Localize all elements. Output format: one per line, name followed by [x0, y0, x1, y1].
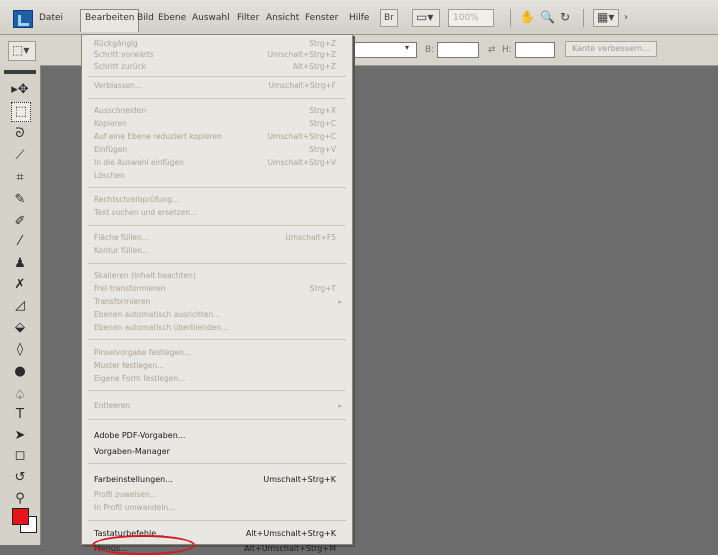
menu-view[interactable]: Ansicht — [266, 13, 299, 23]
panel-grip[interactable] — [4, 70, 36, 74]
menu-separator — [88, 76, 346, 77]
submenu-arrow-icon: ▸ — [338, 402, 342, 410]
menu-item-cut: Ausschneiden Strg+X — [94, 106, 336, 115]
bridge-icon: Br — [384, 13, 394, 23]
history-brush-tool-icon[interactable]: ✗ — [11, 276, 29, 294]
edit-menu-dropdown: Rückgängig Strg+Z Schritt vorwärts Umschal… — [81, 34, 353, 555]
rectangular-marquee-tool-icon[interactable]: ⬚ — [11, 102, 31, 122]
menu-item-assign-profile: Profil zuweisen... — [94, 490, 158, 499]
menu-item-define-brush: Pinselvorgabe festlegen... — [94, 348, 191, 357]
menu-item-define-pattern: Muster festlegen... — [94, 361, 165, 370]
menu-item-paste: Einfügen Strg+V — [94, 145, 336, 154]
clone-stamp-tool-icon[interactable]: ♟ — [11, 255, 29, 273]
menu-separator — [88, 419, 346, 420]
zoom-level-value: 100% — [453, 13, 479, 23]
menu-window[interactable]: Fenster — [305, 13, 338, 23]
menu-item-color-settings[interactable]: Farbeinstellungen... Umschalt+Strg+K — [94, 475, 344, 485]
photoshop-logo-icon[interactable] — [13, 10, 33, 28]
menu-separator — [88, 187, 346, 188]
menu-file[interactable]: Datei — [39, 13, 63, 23]
eyedropper-tool-icon[interactable]: ✎ — [11, 191, 29, 209]
zoom-tool-icon[interactable]: 🔍 — [540, 10, 555, 24]
3d-rotate-tool-icon[interactable]: ↺ — [11, 469, 29, 487]
lasso-tool-icon[interactable]: ᘐ — [11, 125, 29, 143]
menu-item-find-replace: Text suchen und ersetzen... — [94, 208, 198, 217]
dodge-tool-icon[interactable]: ● — [11, 363, 29, 381]
menu-filter[interactable]: Filter — [237, 13, 259, 23]
hand-tool-icon[interactable]: ✋ — [520, 10, 535, 24]
menu-item-paste-into: In die Auswahl einfügen Umschalt+Strg+V — [94, 158, 336, 167]
more-options-icon[interactable]: › — [624, 12, 628, 23]
quick-selection-tool-icon[interactable]: ⟋ — [11, 147, 29, 165]
menu-item-auto-blend-layers: Ebenen automatisch überblenden... — [94, 323, 229, 332]
menu-separator — [88, 339, 346, 340]
menu-item-copy: Kopieren Strg+C — [94, 119, 336, 128]
menu-item-fade: Verblassen... Umschalt+Strg+F — [94, 81, 336, 90]
highlight-ellipse — [92, 535, 195, 555]
menu-item-content-aware-scale: Skalieren (Inhalt beachten) — [94, 271, 196, 280]
marquee-preset-icon: ⬚▾ — [12, 43, 30, 57]
healing-brush-tool-icon[interactable]: ✐ — [11, 213, 29, 231]
menu-image[interactable]: Bild — [137, 13, 154, 23]
eraser-tool-icon[interactable]: ◿ — [11, 297, 29, 315]
menu-item-purge: Entleeren ▸ — [94, 401, 342, 410]
menu-select[interactable]: Auswahl — [192, 13, 230, 23]
type-tool-icon[interactable]: T — [11, 406, 29, 424]
menu-item-define-shape: Eigene Form festlegen... — [94, 374, 186, 383]
swap-icon[interactable]: ⇄ — [488, 45, 496, 55]
menu-item-preset-manager[interactable]: Vorgaben-Manager — [94, 447, 344, 457]
menu-bar: Datei Bearbeiten Bild Ebene Auswahl Filt… — [0, 0, 718, 35]
menu-item-spell-check: Rechtschreibprüfung... — [94, 195, 180, 204]
menu-item-pdf-presets[interactable]: Adobe PDF-Vorgaben... — [94, 431, 344, 441]
pen-tool-icon[interactable]: ♤ — [11, 387, 29, 405]
menu-item-convert-profile: In Profil umwandeln... — [94, 503, 176, 512]
refine-edge-button[interactable]: Kante verbessern... — [565, 41, 657, 57]
shape-tool-icon[interactable]: ◻ — [11, 447, 29, 465]
menu-item-free-transform: Frei transformieren Strg+T — [94, 284, 336, 293]
brush-tool-icon[interactable]: ⁄ — [11, 233, 29, 251]
menu-separator — [88, 390, 346, 391]
menu-separator — [88, 98, 346, 99]
height-input[interactable] — [515, 42, 555, 58]
blur-tool-icon[interactable]: ◊ — [11, 341, 29, 359]
width-label: B: — [425, 45, 435, 55]
menu-edit[interactable]: Bearbeiten — [80, 9, 140, 32]
menu-item-undo: Rückgängig Strg+Z — [94, 39, 336, 48]
menu-separator — [88, 225, 346, 226]
gradient-tool-icon[interactable]: ⬙ — [11, 319, 29, 337]
menu-separator — [88, 263, 346, 264]
menu-item-auto-align-layers: Ebenen automatisch ausrichten... — [94, 310, 221, 319]
rotate-view-icon[interactable]: ↻ — [560, 10, 570, 24]
menu-separator — [88, 463, 346, 464]
tools-panel: ▸✥ ⬚ ᘐ ⟋ ⌗ ✎ ✐ ⁄ ♟ ✗ ◿ ⬙ ◊ ● ♤ T ➤ ◻ ↺ ⚲… — [0, 65, 41, 545]
menu-separator — [88, 520, 346, 521]
height-label: H: — [502, 45, 512, 55]
menu-item-transform: Transformieren ▸ — [94, 297, 342, 306]
crop-tool-icon[interactable]: ⌗ — [11, 169, 29, 187]
submenu-arrow-icon: ▸ — [338, 298, 342, 306]
move-tool-icon[interactable]: ▸✥ — [11, 81, 29, 99]
menu-item-step-backward: Schritt zurück Alt+Strg+Z — [94, 62, 336, 71]
screen-mode-icon: ▭▾ — [416, 10, 434, 24]
width-input[interactable] — [437, 42, 479, 58]
menu-item-stroke: Kontur füllen... — [94, 246, 150, 255]
arrange-documents-icon: ▦▾ — [597, 10, 615, 24]
menu-help[interactable]: Hilfe — [349, 13, 369, 23]
menu-layer[interactable]: Ebene — [158, 13, 186, 23]
foreground-color-swatch[interactable] — [12, 508, 29, 525]
zoom-tool-panel-icon[interactable]: ⚲ — [11, 490, 29, 508]
menu-item-copy-merged: Auf eine Ebene reduziert kopieren Umschal… — [94, 132, 336, 141]
path-selection-tool-icon[interactable]: ➤ — [11, 427, 29, 445]
toolbar-divider — [510, 9, 511, 27]
menu-item-clear: Löschen — [94, 171, 125, 180]
chevron-down-icon: ▾ — [405, 43, 410, 52]
toolbar-divider — [583, 9, 584, 27]
menu-item-fill: Fläche füllen... Umschalt+F5 — [94, 233, 336, 242]
menu-item-step-forward: Schritt vorwärts Umschalt+Strg+Z — [94, 50, 336, 59]
